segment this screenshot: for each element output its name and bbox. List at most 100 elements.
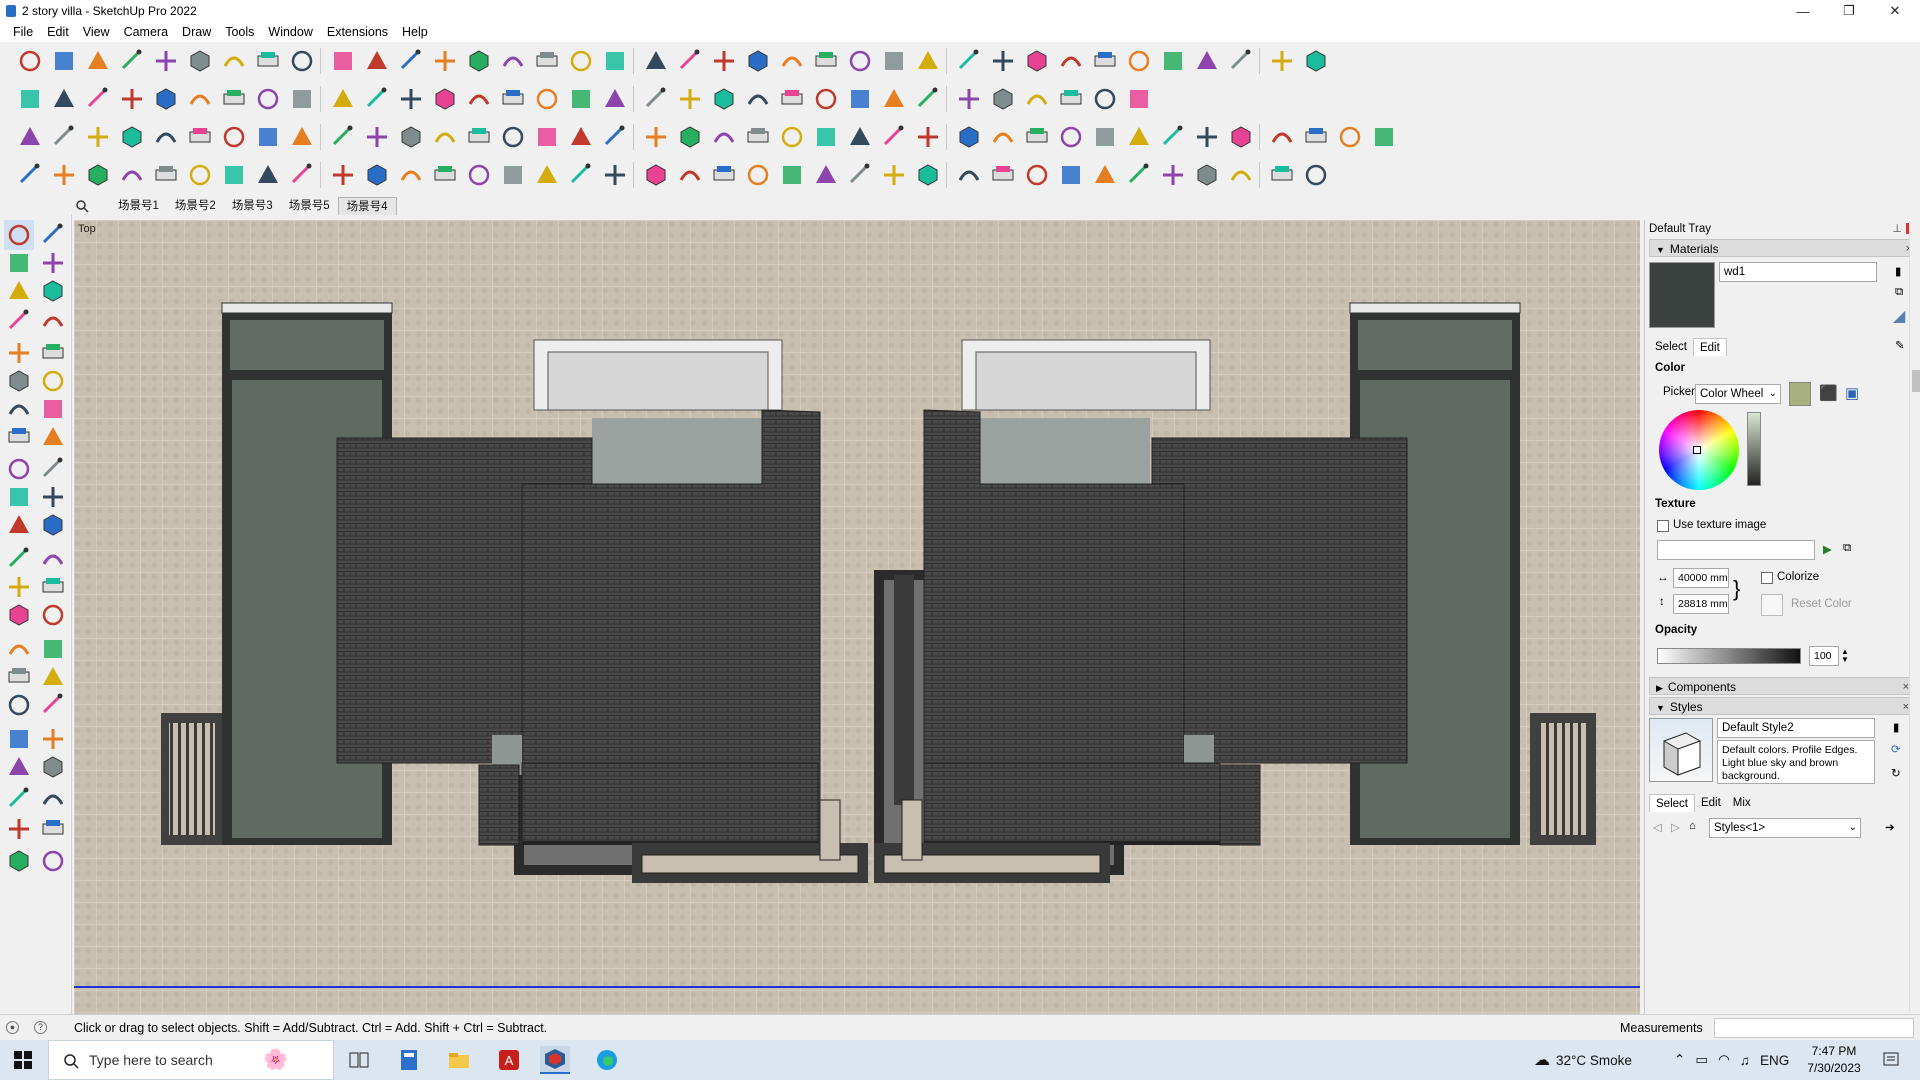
toolbar-tool-icon[interactable]	[844, 84, 875, 115]
toolbar-tool-icon[interactable]	[116, 160, 147, 191]
toolbar-tool-icon[interactable]	[184, 84, 215, 115]
device-icon[interactable]: ▭	[1695, 1052, 1708, 1068]
toolbar-tool-icon[interactable]	[565, 84, 596, 115]
toolbar-tool-icon[interactable]	[1055, 84, 1086, 115]
texture-path-field[interactable]	[1657, 540, 1815, 560]
large-tool-icon[interactable]	[38, 752, 68, 782]
toolbar-tool-icon[interactable]	[82, 84, 113, 115]
large-tool-icon[interactable]	[4, 306, 34, 336]
toolbar-tool-icon[interactable]	[912, 46, 943, 77]
opacity-value-field[interactable]: 100	[1809, 646, 1839, 666]
toolbar-tool-icon[interactable]	[912, 122, 943, 153]
brightness-slider[interactable]	[1747, 412, 1761, 486]
toolbar-tool-icon[interactable]	[776, 46, 807, 77]
toolbar-tool-icon[interactable]	[286, 122, 317, 153]
toolbar-tool-icon[interactable]	[252, 46, 283, 77]
speaker-icon[interactable]: ♫	[1740, 1053, 1750, 1068]
toolbar-tool-icon[interactable]	[361, 46, 392, 77]
aspect-lock-icon[interactable]: }	[1733, 576, 1740, 602]
toolbar-tool-icon[interactable]	[395, 160, 426, 191]
toolbar-tool-icon[interactable]	[844, 122, 875, 153]
toolbar-tool-icon[interactable]	[1089, 84, 1120, 115]
scrollbar-thumb[interactable]	[1912, 370, 1920, 392]
toolbar-tool-icon[interactable]	[497, 84, 528, 115]
large-tool-icon[interactable]	[38, 544, 68, 574]
toolbar-tool-icon[interactable]	[1089, 46, 1120, 77]
large-tool-icon[interactable]	[38, 366, 68, 396]
large-tool-icon[interactable]	[38, 276, 68, 306]
toolbar-tool-icon[interactable]	[1225, 46, 1256, 77]
toolbar-tool-icon[interactable]	[14, 160, 45, 191]
large-tool-icon[interactable]	[38, 814, 68, 844]
toolbar-tool-icon[interactable]	[912, 160, 943, 191]
materials-header[interactable]: ▼Materials ×	[1649, 239, 1916, 257]
toolbar-tool-icon[interactable]	[14, 84, 45, 115]
toolbar-tool-icon[interactable]	[150, 46, 181, 77]
menu-draw[interactable]: Draw	[175, 25, 218, 39]
colorize-checkbox[interactable]	[1761, 572, 1773, 584]
toolbar-tool-icon[interactable]	[82, 46, 113, 77]
large-tool-icon[interactable]	[4, 276, 34, 306]
toolbar-tool-icon[interactable]	[1266, 122, 1297, 153]
toolbar-tool-icon[interactable]	[463, 122, 494, 153]
toolbar-tool-icon[interactable]	[184, 122, 215, 153]
large-tool-icon[interactable]	[4, 394, 34, 424]
large-tool-icon[interactable]	[4, 846, 34, 876]
pin-icon[interactable]: ⊥	[1892, 220, 1902, 238]
toolbar-tool-icon[interactable]	[395, 122, 426, 153]
menu-edit[interactable]: Edit	[40, 25, 76, 39]
toolbar-tool-icon[interactable]	[565, 46, 596, 77]
large-tool-icon[interactable]	[4, 544, 34, 574]
toolbar-tool-icon[interactable]	[150, 122, 181, 153]
toolbar-tool-icon[interactable]	[1191, 122, 1222, 153]
styles-tab-edit[interactable]: Edit	[1695, 794, 1727, 812]
toolbar-tool-icon[interactable]	[497, 46, 528, 77]
large-tool-icon[interactable]	[4, 662, 34, 692]
toolbar-tool-icon[interactable]	[429, 84, 460, 115]
large-tool-icon[interactable]	[38, 600, 68, 630]
toolbar-tool-icon[interactable]	[1157, 160, 1188, 191]
scene-tab-3[interactable]: 场景号3	[224, 197, 281, 215]
toolbar-tool-icon[interactable]	[463, 160, 494, 191]
toolbar-tool-icon[interactable]	[531, 84, 562, 115]
menu-view[interactable]: View	[76, 25, 117, 39]
toolbar-tool-icon[interactable]	[878, 122, 909, 153]
toolbar-tool-icon[interactable]	[150, 160, 181, 191]
toolbar-tool-icon[interactable]	[640, 84, 671, 115]
materials-tab-edit[interactable]: Edit	[1692, 338, 1727, 356]
eyedropper-icon[interactable]: ✎	[1895, 338, 1905, 352]
styles-header[interactable]: ▼ Styles ×	[1649, 697, 1913, 715]
large-tool-icon[interactable]	[38, 220, 68, 250]
large-tool-icon[interactable]	[38, 662, 68, 692]
large-tool-icon[interactable]	[38, 394, 68, 424]
toolbar-tool-icon[interactable]	[463, 46, 494, 77]
toolbar-tool-icon[interactable]	[878, 84, 909, 115]
toolbar-tool-icon[interactable]	[1157, 122, 1188, 153]
toolbar-tool-icon[interactable]	[674, 46, 705, 77]
reset-color-button[interactable]: Reset Color	[1791, 598, 1852, 610]
toolbar-tool-icon[interactable]	[953, 160, 984, 191]
toolbar-tool-icon[interactable]	[1021, 122, 1052, 153]
notifications-icon[interactable]	[1876, 1046, 1906, 1074]
toolbar-tool-icon[interactable]	[987, 160, 1018, 191]
toolbar-tool-icon[interactable]	[674, 84, 705, 115]
style-name-field[interactable]: Default Style2	[1717, 718, 1875, 738]
sketchup-taskbar-icon[interactable]	[540, 1046, 570, 1074]
large-tool-icon[interactable]	[4, 724, 34, 754]
color-wheel-cursor[interactable]	[1693, 446, 1701, 454]
texture-height-field[interactable]: 28818 mm	[1673, 594, 1729, 614]
toolbar-tool-icon[interactable]	[776, 160, 807, 191]
match-model-color-icon[interactable]: ⬛	[1819, 384, 1838, 402]
toolbar-tool-icon[interactable]	[1021, 46, 1052, 77]
toolbar-tool-icon[interactable]	[531, 160, 562, 191]
toolbar-tool-icon[interactable]	[327, 160, 358, 191]
toolbar-tool-icon[interactable]	[1334, 122, 1365, 153]
toolbar-tool-icon[interactable]	[361, 84, 392, 115]
toolbar-tool-icon[interactable]	[1191, 160, 1222, 191]
toolbar-tool-icon[interactable]	[497, 122, 528, 153]
toolbar-tool-icon[interactable]	[878, 46, 909, 77]
measurements-field[interactable]	[1714, 1018, 1914, 1038]
toolbar-tool-icon[interactable]	[429, 160, 460, 191]
large-tool-icon[interactable]	[4, 690, 34, 720]
info-icon[interactable]: ?	[34, 1021, 47, 1034]
